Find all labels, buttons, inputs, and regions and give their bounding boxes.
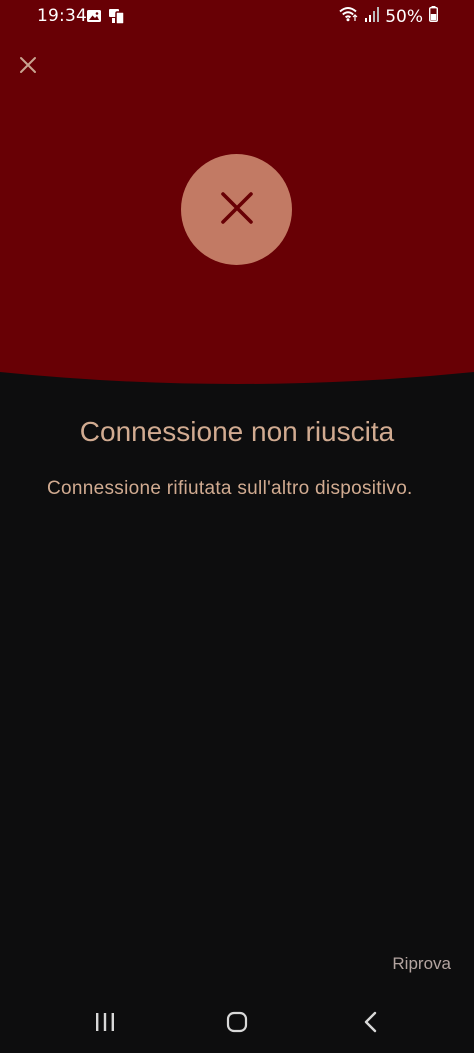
page-title: Connessione non riuscita — [79, 416, 395, 447]
close-icon — [19, 56, 37, 78]
status-bar: 19:34 50% — [0, 0, 474, 34]
signal-icon — [365, 6, 380, 27]
error-message: Connessione rifiutata sull'altro disposi… — [47, 478, 413, 499]
device-transfer-icon — [108, 8, 126, 30]
home-icon — [226, 1011, 248, 1037]
close-button[interactable] — [14, 53, 42, 81]
back-icon — [363, 1011, 379, 1037]
back-button[interactable] — [351, 1008, 391, 1040]
status-time: 19:34 — [37, 6, 87, 26]
status-notification-icons — [86, 8, 126, 30]
recent-apps-button[interactable] — [85, 1008, 125, 1040]
wifi-icon — [339, 6, 359, 27]
status-system-icons: 50% — [339, 6, 438, 27]
connection-failed-screen: 19:34 50% Connessione non riuscita Conne… — [0, 0, 474, 1053]
recent-apps-icon — [94, 1012, 116, 1036]
error-x-icon — [219, 190, 255, 230]
battery-icon — [428, 6, 438, 27]
retry-button[interactable]: Riprova — [392, 950, 451, 978]
error-indicator — [181, 154, 292, 265]
home-button[interactable] — [217, 1008, 257, 1040]
gallery-notification-icon — [86, 8, 102, 30]
navigation-bar — [0, 998, 474, 1053]
battery-percentage: 50% — [385, 6, 423, 27]
